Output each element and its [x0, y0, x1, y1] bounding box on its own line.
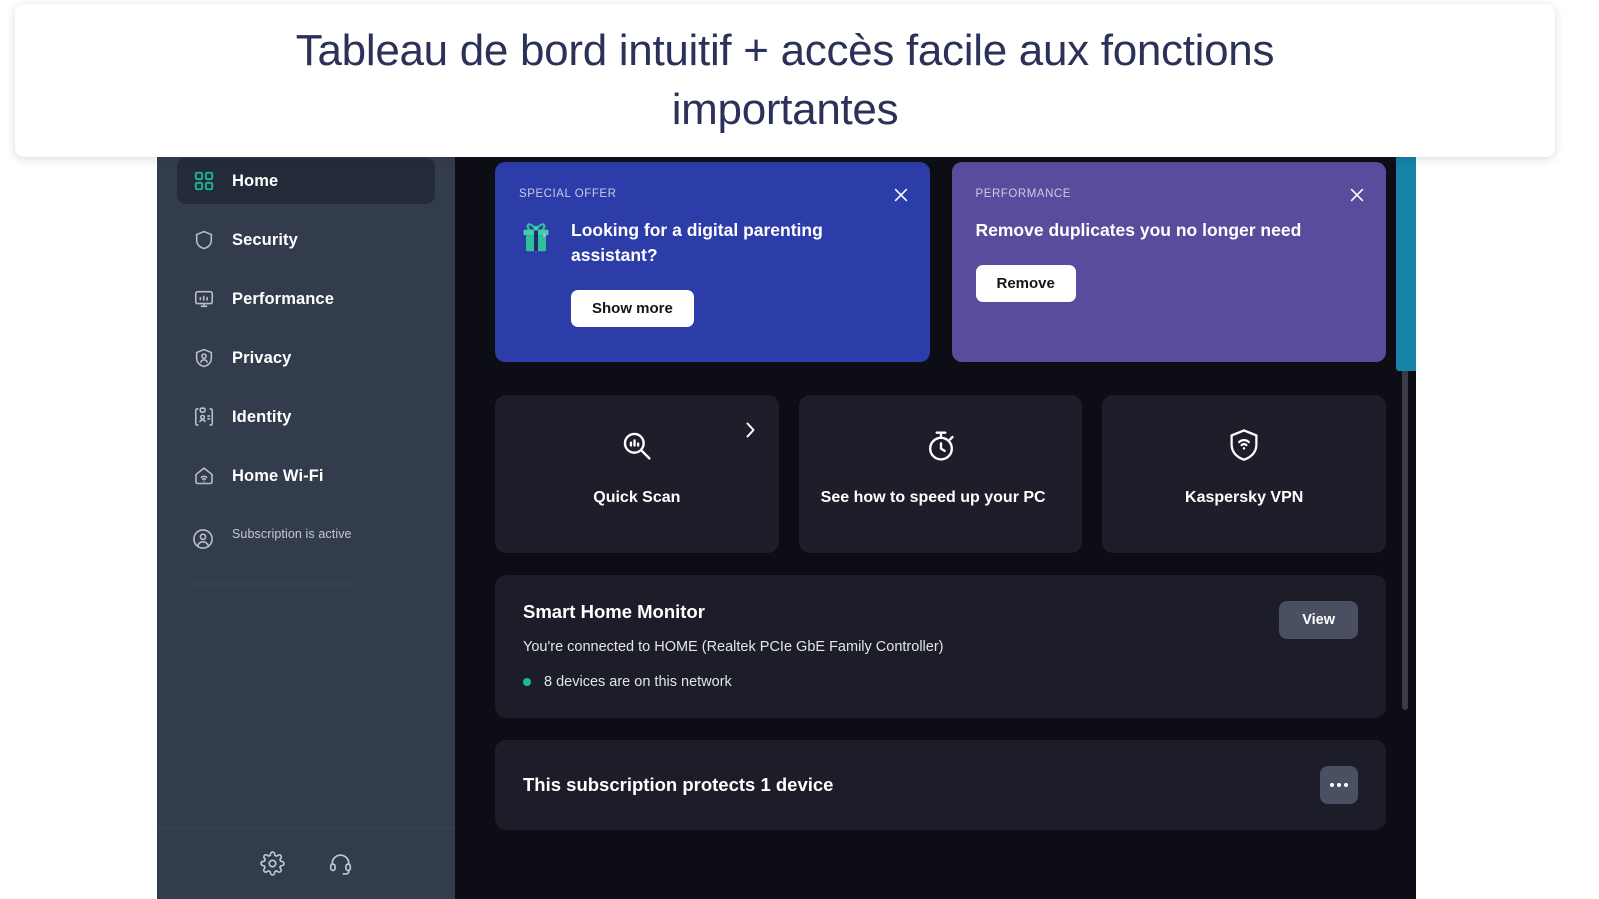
kaspersky-app-window: Home Security Performance Privacy Identi… [157, 154, 1416, 899]
home-wifi-icon [191, 463, 217, 489]
banner-title: Looking for a digital parenting assistan… [571, 220, 823, 265]
panel-subtitle: You're connected to HOME (Realtek PCIe G… [523, 639, 944, 655]
main-inner: SPECIAL OFFER Looking for a digital pare… [455, 154, 1416, 830]
show-more-button[interactable]: Show more [571, 289, 694, 327]
sidebar-item-home-wifi[interactable]: Home Wi-Fi [177, 453, 435, 499]
tile-kaspersky-vpn[interactable]: Kaspersky VPN [1102, 395, 1387, 553]
tile-label: Kaspersky VPN [1185, 489, 1304, 506]
ghost-row [191, 614, 387, 623]
headset-icon[interactable] [327, 851, 353, 877]
tile-quick-scan[interactable]: Quick Scan [495, 395, 779, 553]
scrollbar-thumb[interactable] [1402, 330, 1408, 710]
sidebar-item-label: Home Wi-Fi [232, 466, 324, 485]
view-button[interactable]: View [1279, 601, 1358, 639]
gift-icon [519, 220, 553, 256]
sidebar-item-label: Privacy [232, 348, 292, 367]
sidebar-item-label: Security [232, 230, 298, 249]
subscription-status: Subscription is active [232, 527, 352, 541]
sidebar-item-label: Identity [232, 407, 292, 426]
close-icon[interactable] [1346, 184, 1368, 206]
quick-scan-icon [619, 425, 655, 467]
tile-label: Quick Scan [593, 489, 681, 506]
smart-home-monitor-panel: Smart Home Monitor You're connected to H… [495, 575, 1386, 718]
banner-body: Looking for a digital parenting assistan… [519, 218, 906, 268]
shield-icon [191, 227, 217, 253]
panel-title: Smart Home Monitor [523, 601, 705, 622]
sidebar-item-label: Performance [232, 289, 334, 308]
status-dot-icon [523, 678, 531, 686]
ghost-row [191, 649, 403, 658]
more-options-button[interactable] [1320, 766, 1358, 804]
ellipsis-dot [1337, 783, 1341, 787]
sidebar-item-identity[interactable]: Identity [177, 394, 435, 440]
vpn-shield-icon [1227, 425, 1261, 467]
account-icon [191, 527, 217, 553]
banner-title: Remove duplicates you no longer need [975, 220, 1302, 240]
quick-action-tiles: Quick Scan See how to speed up your PC K… [495, 395, 1387, 553]
sidebar-item-security[interactable]: Security [177, 217, 435, 263]
tile-speed-up-pc[interactable]: See how to speed up your PC [798, 395, 1083, 553]
account-info: Subscription is active [232, 521, 352, 541]
network-status-text: 8 devices are on this network [544, 674, 732, 690]
gear-icon[interactable] [259, 851, 285, 877]
sidebar-item-performance[interactable]: Performance [177, 276, 435, 322]
ellipsis-dot [1330, 783, 1334, 787]
grid-icon [191, 168, 217, 194]
sidebar-item-home[interactable]: Home [177, 158, 435, 204]
id-card-icon [191, 404, 217, 430]
sidebar-nav-list: Home Security Performance Privacy Identi… [157, 154, 455, 684]
banner-kicker: SPECIAL OFFER [519, 188, 617, 200]
remove-button[interactable]: Remove [975, 264, 1076, 302]
sidebar-item-label: Home [232, 171, 279, 190]
sidebar-footer [157, 827, 455, 899]
sidebar-ghost-rows [191, 579, 435, 658]
sidebar-item-privacy[interactable]: Privacy [177, 335, 435, 381]
accent-strip [1396, 154, 1416, 371]
sidebar-item-account[interactable]: Subscription is active [177, 521, 435, 553]
banner-special-offer[interactable]: SPECIAL OFFER Looking for a digital pare… [495, 162, 930, 362]
privacy-shield-icon [191, 345, 217, 371]
main-content: SPECIAL OFFER Looking for a digital pare… [455, 154, 1416, 899]
headline-overlay-card: Tableau de bord intuitif + accès facile … [15, 4, 1555, 157]
tile-label: See how to speed up your PC [820, 489, 1046, 506]
subscription-panel: This subscription protects 1 device [495, 740, 1386, 830]
monitor-icon [191, 286, 217, 312]
network-status-row: 8 devices are on this network [523, 674, 1358, 690]
page-title: Tableau de bord intuitif + accès facile … [295, 26, 1275, 134]
banner-kicker: PERFORMANCE [975, 188, 1072, 200]
promo-banner-row: SPECIAL OFFER Looking for a digital pare… [495, 162, 1386, 362]
banner-performance[interactable]: PERFORMANCE Remove duplicates you no lon… [951, 162, 1386, 362]
screenshot-root: Home Security Performance Privacy Identi… [0, 0, 1599, 899]
chevron-right-icon [744, 421, 757, 444]
subscription-title: This subscription protects 1 device [523, 774, 834, 795]
ghost-row [191, 579, 353, 588]
sidebar: Home Security Performance Privacy Identi… [157, 154, 455, 899]
stopwatch-icon [923, 425, 959, 467]
ellipsis-dot [1344, 783, 1348, 787]
close-icon[interactable] [890, 184, 912, 206]
